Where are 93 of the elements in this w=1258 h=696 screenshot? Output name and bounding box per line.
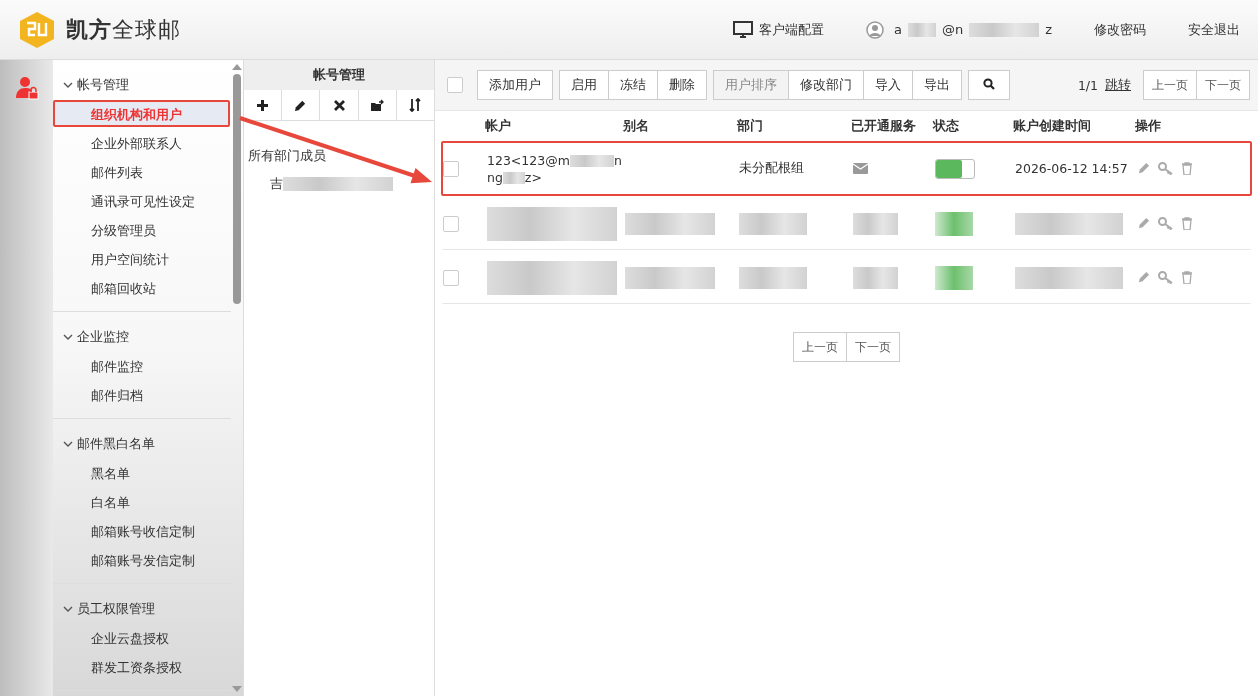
- chevron-down-icon[interactable]: [63, 333, 73, 341]
- account-cell-text: 123<123@m n ng z>: [487, 152, 623, 185]
- key-icon[interactable]: [1158, 271, 1173, 284]
- redacted-block: [502, 172, 525, 184]
- trash-icon[interactable]: [1181, 217, 1193, 230]
- pencil-icon: [294, 98, 308, 112]
- logo-icon: [18, 10, 56, 49]
- scroll-up-icon[interactable]: [232, 64, 242, 70]
- menu-item[interactable]: 分级管理员: [53, 216, 230, 243]
- chevron-down-icon[interactable]: [63, 440, 73, 448]
- column-header: 账户创建时间: [1013, 117, 1092, 135]
- redacted-block: [739, 212, 807, 235]
- logout-link[interactable]: 安全退出: [1188, 20, 1240, 39]
- menu-item[interactable]: 黑名单: [53, 459, 230, 486]
- highlighted-row[interactable]: 123<123@m n ng z> 未分配根组 2026-06-12 14:57: [441, 141, 1252, 196]
- prev-page-button[interactable]: 上一页: [792, 332, 847, 362]
- department-cell-text: 未分配根组: [739, 160, 805, 177]
- toolbar-button[interactable]: 删除: [657, 70, 707, 100]
- toolbar-button[interactable]: 添加用户: [477, 70, 553, 100]
- column-header: 帐户: [485, 117, 512, 135]
- next-page-button[interactable]: 下一页: [1196, 70, 1250, 100]
- key-icon[interactable]: [1158, 217, 1173, 230]
- chevron-down-icon[interactable]: [63, 605, 73, 613]
- cross-icon: [333, 99, 345, 111]
- trash-icon[interactable]: [1181, 162, 1193, 175]
- status-toggle[interactable]: [935, 158, 975, 179]
- sort-arrows-icon: [409, 98, 422, 112]
- column-header: 部门: [737, 117, 764, 135]
- plus-icon: [256, 98, 270, 112]
- brand-name: 凯方全球邮: [66, 15, 181, 44]
- user-email: a @n z: [893, 22, 1052, 37]
- next-page-button[interactable]: 下一页: [845, 332, 900, 362]
- menu-item[interactable]: 邮件归档: [53, 381, 230, 408]
- row-checkbox[interactable]: [443, 215, 459, 232]
- menu-item[interactable]: 群发工资条授权: [53, 653, 230, 680]
- row-checkbox[interactable]: [443, 160, 459, 177]
- redacted-block: [935, 265, 973, 290]
- menu-item[interactable]: 邮箱回收站: [53, 274, 230, 301]
- menu-item[interactable]: 用户空间统计: [53, 245, 230, 272]
- column-header: 操作: [1135, 117, 1162, 135]
- toolbar-button[interactable]: 启用: [559, 70, 609, 100]
- user-lock-icon[interactable]: [14, 76, 39, 100]
- redacted-block: [907, 22, 936, 37]
- column-header: 已开通服务: [851, 117, 917, 135]
- row-checkbox[interactable]: [443, 269, 459, 286]
- menu-group-title[interactable]: 企业监控: [77, 328, 129, 346]
- redacted-block: [569, 155, 614, 167]
- pencil-icon[interactable]: [1137, 217, 1150, 230]
- trash-icon[interactable]: [1181, 271, 1193, 284]
- redacted-block: [969, 22, 1040, 37]
- menu-item[interactable]: 邮件监控: [53, 352, 230, 379]
- menu-item[interactable]: 白名单: [53, 488, 230, 515]
- menu-item[interactable]: 通讯录可见性设定: [53, 187, 230, 214]
- prev-page-button[interactable]: 上一页: [1143, 70, 1197, 100]
- key-icon[interactable]: [1158, 162, 1173, 175]
- toolbar-button[interactable]: 冻结: [608, 70, 658, 100]
- column-header: 别名: [623, 117, 650, 135]
- created-time-cell-text: 2026-06-12 14:57: [1015, 161, 1129, 176]
- monitor-icon: [732, 21, 753, 38]
- column-header: 状态: [933, 117, 960, 135]
- menu-group-title[interactable]: 员工权限管理: [77, 600, 155, 618]
- menu-item[interactable]: 企业云盘授权: [53, 624, 230, 651]
- toolbar-button[interactable]: 导出: [912, 70, 962, 100]
- menu-item[interactable]: 企业外部联系人: [53, 129, 230, 156]
- toolbar-button[interactable]: 修改部门: [788, 70, 864, 100]
- pencil-icon[interactable]: [1137, 162, 1150, 175]
- client-config-link[interactable]: 客户端配置: [732, 20, 824, 39]
- user-avatar-icon: [865, 20, 884, 39]
- mail-icon: [853, 163, 868, 174]
- menu-group-title[interactable]: 邮件黑白名单: [77, 435, 155, 453]
- tree-item[interactable]: 所有部门成员: [248, 147, 326, 165]
- redacted-block: [853, 266, 898, 289]
- scroll-down-icon[interactable]: [232, 686, 242, 692]
- menu-item[interactable]: 邮箱账号发信定制: [53, 546, 230, 573]
- tree-item[interactable]: 吉: [270, 175, 283, 193]
- folder-arrow-icon: [369, 98, 385, 112]
- change-password-link[interactable]: 修改密码: [1094, 20, 1146, 39]
- pencil-icon[interactable]: [1137, 271, 1150, 284]
- scrollbar-thumb[interactable]: [233, 74, 241, 304]
- page-info: 1/1: [1077, 77, 1098, 93]
- chevron-down-icon[interactable]: [63, 81, 73, 89]
- menu-item[interactable]: 邮箱账号收信定制: [53, 517, 230, 544]
- search-button[interactable]: [968, 70, 1010, 100]
- redacted-block: [853, 212, 898, 235]
- search-icon: [983, 77, 995, 90]
- jump-link[interactable]: 跳转: [1105, 76, 1131, 94]
- select-all-checkbox[interactable]: [447, 77, 463, 93]
- redacted-block: [739, 266, 807, 289]
- redacted-block: [935, 211, 973, 236]
- menu-group-title[interactable]: 帐号管理: [77, 76, 129, 94]
- menu-item[interactable]: 邮件列表: [53, 158, 230, 185]
- toolbar-button[interactable]: 导入: [863, 70, 913, 100]
- panel-title: 帐号管理: [244, 60, 434, 90]
